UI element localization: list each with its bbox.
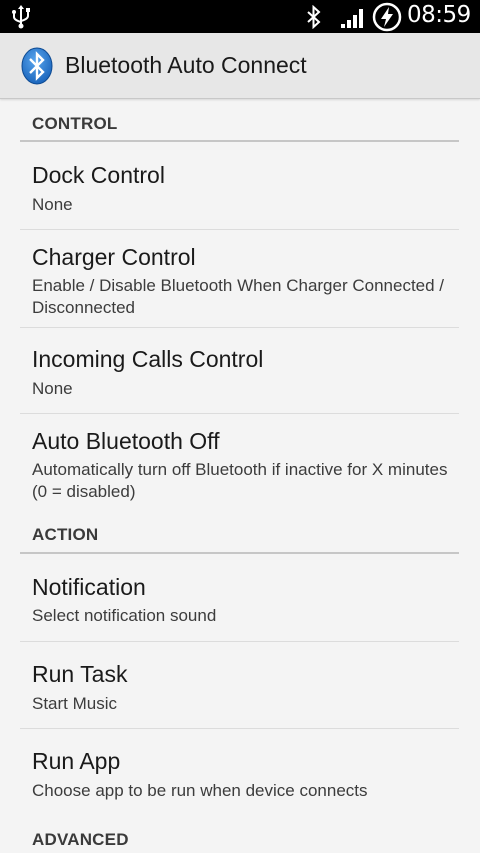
pref-summary: Choose app to be run when device connect… (32, 781, 368, 800)
battery-charging-icon (372, 2, 402, 32)
pref-summary: None (32, 195, 73, 214)
pref-summary: Select notification sound (32, 606, 217, 625)
action-bar: Bluetooth Auto Connect (0, 33, 480, 99)
pref-title: Notification (32, 574, 146, 600)
app-title: Bluetooth Auto Connect (65, 52, 307, 78)
pref-title: Charger Control (32, 244, 196, 270)
category-label: ADVANCED (32, 830, 129, 849)
category-label: CONTROL (32, 114, 118, 133)
pref-dock-control[interactable]: Dock Control None (20, 142, 459, 230)
bluetooth-icon (307, 5, 321, 29)
pref-title: Run App (32, 748, 121, 774)
bluetooth-app-icon[interactable] (20, 47, 54, 85)
pref-charger-control[interactable]: Charger Control Enable / Disable Bluetoo… (20, 230, 459, 328)
pref-auto-bluetooth-off[interactable]: Auto Bluetooth Off Automatically turn of… (20, 414, 459, 510)
status-bar: 08:59 (0, 0, 480, 33)
pref-summary: Automatically turn off Bluetooth if inac… (32, 460, 448, 501)
pref-summary: Enable / Disable Bluetooth When Charger … (32, 276, 445, 317)
pref-title: Run Task (32, 661, 128, 687)
pref-title: Auto Bluetooth Off (32, 428, 220, 454)
status-time: 08:59 (407, 2, 471, 28)
usb-icon (12, 5, 30, 29)
pref-run-task[interactable]: Run Task Start Music (20, 642, 459, 729)
pref-incoming-calls-control[interactable]: Incoming Calls Control None (20, 328, 459, 414)
category-label: ACTION (32, 525, 99, 544)
pref-run-app[interactable]: Run App Choose app to be run when device… (20, 729, 459, 817)
pref-title: Dock Control (32, 162, 165, 188)
signal-icon (341, 9, 363, 28)
pref-title: Incoming Calls Control (32, 346, 264, 372)
pref-summary: None (32, 379, 73, 398)
pref-summary: Start Music (32, 694, 118, 713)
pref-notification[interactable]: Notification Select notification sound (20, 554, 459, 642)
